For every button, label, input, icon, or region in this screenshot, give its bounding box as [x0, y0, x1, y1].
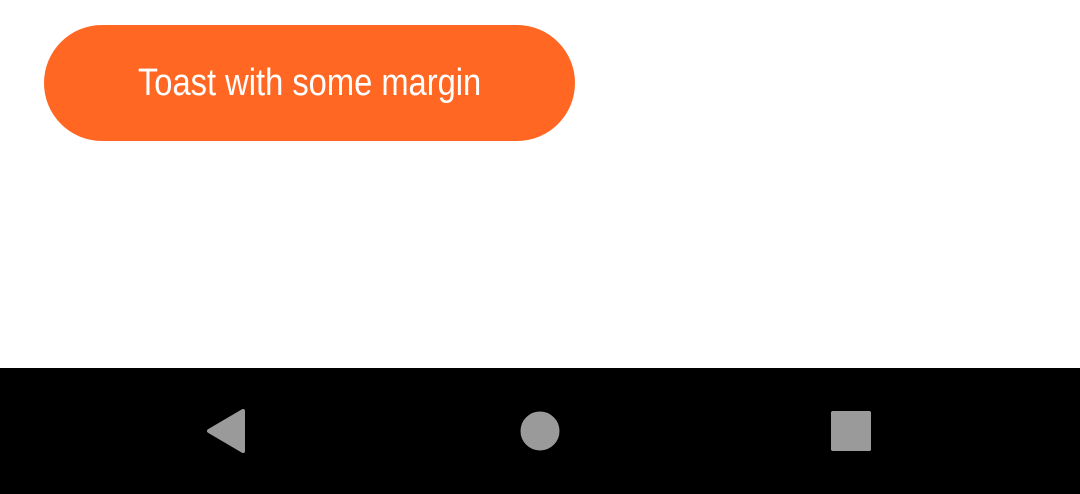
home-button[interactable]: [480, 368, 600, 494]
screen: Toast with some margin: [0, 0, 1080, 494]
toast-message: Toast with some margin: [137, 61, 482, 104]
back-button[interactable]: [166, 368, 286, 494]
recents-square-icon: [831, 411, 871, 451]
recents-button[interactable]: [791, 368, 911, 494]
navigation-bar: [0, 368, 1080, 494]
home-circle-icon: [520, 411, 560, 451]
back-triangle-icon: [207, 409, 245, 453]
toast: Toast with some margin: [44, 25, 575, 141]
app-content-area: Toast with some margin: [0, 0, 1080, 368]
